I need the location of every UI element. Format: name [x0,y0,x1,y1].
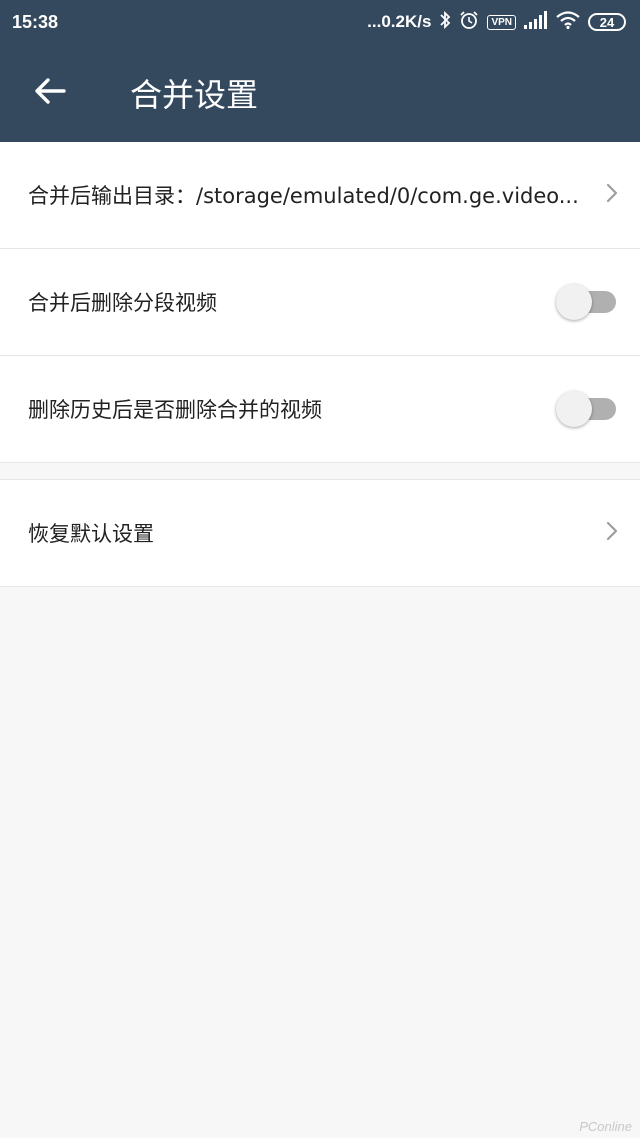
setting-label: 删除历史后是否删除合并的视频 [28,398,322,422]
toggle-thumb [556,391,592,427]
signal-icon [524,11,548,33]
network-speed: ...0.2K/s [367,12,432,31]
settings-group: 合并后输出目录：/storage/emulated/0/com.ge.video… [0,142,640,463]
wifi-icon [556,11,580,33]
setting-delete-segments: 合并后删除分段视频 [0,249,640,356]
delete-merged-video-toggle[interactable] [556,389,618,429]
setting-label: 合并后输出目录：/storage/emulated/0/com.ge.video… [28,184,579,208]
toggle-thumb [556,284,592,320]
watermark: PConline [579,1119,632,1134]
setting-label: 合并后删除分段视频 [28,291,217,315]
bluetooth-icon [439,10,451,34]
setting-output-directory[interactable]: 合并后输出目录：/storage/emulated/0/com.ge.video… [0,142,640,249]
top-bar: 15:38 ...0.2K/s VPN 24 合并设置 [0,0,640,142]
status-bar: 15:38 ...0.2K/s VPN 24 [0,0,640,44]
alarm-icon [459,10,479,34]
app-bar: 合并设置 [0,44,640,142]
setting-delete-merged-video: 删除历史后是否删除合并的视频 [0,356,640,463]
arrow-back-icon [34,77,66,109]
status-icons: ...0.2K/s VPN 24 [367,10,626,34]
chevron-right-icon [606,521,618,545]
setting-restore-defaults[interactable]: 恢复默认设置 [0,480,640,587]
battery-indicator: 24 [588,13,626,31]
reset-group: 恢复默认设置 [0,479,640,587]
status-time: 15:38 [12,11,59,32]
setting-label: 恢复默认设置 [28,522,154,546]
chevron-right-icon [606,183,618,207]
page-title: 合并设置 [130,76,259,114]
vpn-badge: VPN [487,14,516,30]
delete-segments-toggle[interactable] [556,282,618,322]
back-button[interactable] [0,44,100,142]
